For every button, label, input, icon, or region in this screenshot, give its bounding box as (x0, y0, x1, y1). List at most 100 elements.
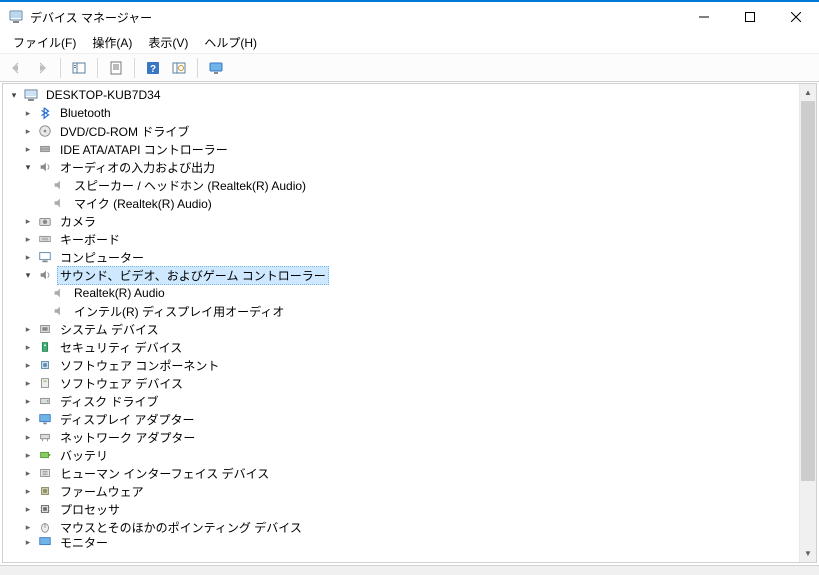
tree-node-monitor[interactable]: ▸ モニター (7, 536, 816, 548)
title-bar: デバイス マネージャー (0, 2, 819, 32)
chevron-right-icon[interactable]: ▸ (21, 252, 35, 263)
svg-text:?: ? (150, 64, 156, 75)
tree-node-firmware[interactable]: ▸ ファームウェア (7, 482, 816, 500)
minimize-button[interactable] (681, 2, 727, 32)
tree-node-intel-display-audio[interactable]: インテル(R) ディスプレイ用オーディオ (7, 302, 816, 320)
close-button[interactable] (773, 2, 819, 32)
chevron-right-icon[interactable]: ▸ (21, 522, 35, 533)
tree-node-security-devices[interactable]: ▸ セキュリティ デバイス (7, 338, 816, 356)
chevron-down-icon[interactable]: ▾ (21, 162, 35, 173)
chevron-right-icon[interactable]: ▸ (21, 342, 35, 353)
scroll-up-button[interactable]: ▲ (800, 84, 816, 101)
tree-label: ソフトウェア コンポーネント (57, 357, 222, 374)
tree-label: ディスプレイ アダプター (57, 411, 198, 428)
chevron-down-icon[interactable]: ▾ (21, 270, 35, 281)
microphone-icon (51, 195, 67, 211)
chevron-right-icon[interactable]: ▸ (21, 414, 35, 425)
chevron-right-icon[interactable]: ▸ (21, 432, 35, 443)
tree-label: Realtek(R) Audio (71, 286, 168, 300)
audio-icon (37, 267, 53, 283)
tree-node-software-devices[interactable]: ▸ ソフトウェア デバイス (7, 374, 816, 392)
tree-node-network-adapters[interactable]: ▸ ネットワーク アダプター (7, 428, 816, 446)
disc-drive-icon (37, 123, 53, 139)
tree-label: サウンド、ビデオ、およびゲーム コントローラー (57, 266, 329, 285)
maximize-button[interactable] (727, 2, 773, 32)
monitor-icon (37, 536, 53, 548)
tree-node-hid[interactable]: ▸ ヒューマン インターフェイス デバイス (7, 464, 816, 482)
tree-node-sound-video-game[interactable]: ▾ サウンド、ビデオ、およびゲーム コントローラー (7, 266, 816, 284)
scroll-thumb[interactable] (801, 101, 815, 481)
tree-label: バッテリ (57, 447, 111, 464)
chevron-right-icon[interactable]: ▸ (21, 537, 35, 548)
chevron-right-icon[interactable]: ▸ (21, 450, 35, 461)
tree-node-keyboard[interactable]: ▸ キーボード (7, 230, 816, 248)
chevron-right-icon[interactable]: ▸ (21, 234, 35, 245)
chevron-right-icon[interactable]: ▸ (21, 324, 35, 335)
chevron-right-icon[interactable]: ▸ (21, 468, 35, 479)
tree-node-mice[interactable]: ▸ マウスとそのほかのポインティング デバイス (7, 518, 816, 536)
speaker-icon (51, 177, 67, 193)
chevron-right-icon[interactable]: ▸ (21, 504, 35, 515)
chevron-right-icon[interactable]: ▸ (21, 378, 35, 389)
monitor-button[interactable] (204, 56, 228, 80)
menu-view[interactable]: 表示(V) (141, 32, 195, 53)
tree-node-battery[interactable]: ▸ バッテリ (7, 446, 816, 464)
vertical-scrollbar[interactable]: ▲ ▼ (799, 84, 816, 562)
chevron-right-icon[interactable]: ▸ (21, 216, 35, 227)
chevron-right-icon[interactable]: ▸ (21, 486, 35, 497)
tree-label: インテル(R) ディスプレイ用オーディオ (71, 303, 287, 320)
network-icon (37, 429, 53, 445)
show-hide-console-button[interactable] (67, 56, 91, 80)
chevron-right-icon[interactable]: ▸ (21, 144, 35, 155)
tree-label: ネットワーク アダプター (57, 429, 198, 446)
tree-node-audio-io[interactable]: ▾ オーディオの入力および出力 (7, 158, 816, 176)
tree-node-system-devices[interactable]: ▸ システム デバイス (7, 320, 816, 338)
tree-node-root[interactable]: ▾ DESKTOP-KUB7D34 (7, 86, 816, 104)
toolbar-separator (60, 58, 61, 78)
scan-hardware-button[interactable] (167, 56, 191, 80)
tree-label: ファームウェア (57, 483, 147, 500)
tree-node-camera[interactable]: ▸ カメラ (7, 212, 816, 230)
tree-node-disk-drives[interactable]: ▸ ディスク ドライブ (7, 392, 816, 410)
menu-action[interactable]: 操作(A) (85, 32, 139, 53)
battery-icon (37, 447, 53, 463)
tree-node-display-adapters[interactable]: ▸ ディスプレイ アダプター (7, 410, 816, 428)
status-bar (0, 565, 819, 575)
tree-label: ディスク ドライブ (57, 393, 162, 410)
tree-node-ide[interactable]: ▸ IDE ATA/ATAPI コントローラー (7, 140, 816, 158)
chevron-right-icon[interactable]: ▸ (21, 126, 35, 137)
help-button[interactable]: ? (141, 56, 165, 80)
tree-node-software-components[interactable]: ▸ ソフトウェア コンポーネント (7, 356, 816, 374)
disk-icon (37, 393, 53, 409)
tree-node-speaker[interactable]: スピーカー / ヘッドホン (Realtek(R) Audio) (7, 176, 816, 194)
chevron-right-icon[interactable]: ▸ (21, 108, 35, 119)
tree-label: DVD/CD-ROM ドライブ (57, 123, 192, 140)
tree-node-dvd[interactable]: ▸ DVD/CD-ROM ドライブ (7, 122, 816, 140)
tree-node-processor[interactable]: ▸ プロセッサ (7, 500, 816, 518)
tree-label: キーボード (57, 231, 123, 248)
tree-node-bluetooth[interactable]: ▸ Bluetooth (7, 104, 816, 122)
tree-label: セキュリティ デバイス (57, 339, 185, 356)
chevron-right-icon[interactable]: ▸ (21, 360, 35, 371)
menu-bar: ファイル(F) 操作(A) 表示(V) ヘルプ(H) (0, 32, 819, 54)
tree-label: カメラ (57, 213, 99, 230)
tree-node-computer[interactable]: ▸ コンピューター (7, 248, 816, 266)
back-button[interactable] (4, 56, 28, 80)
tree-label: モニター (57, 536, 111, 548)
scroll-down-button[interactable]: ▼ (800, 545, 816, 562)
tree-node-mic[interactable]: マイク (Realtek(R) Audio) (7, 194, 816, 212)
forward-button[interactable] (30, 56, 54, 80)
menu-file[interactable]: ファイル(F) (6, 32, 83, 53)
device-tree[interactable]: ▾ DESKTOP-KUB7D34 ▸ Bluetooth ▸ DVD/CD-R… (2, 83, 817, 563)
chevron-down-icon[interactable]: ▾ (7, 90, 21, 101)
menu-help[interactable]: ヘルプ(H) (197, 32, 264, 53)
tree-node-realtek[interactable]: Realtek(R) Audio (7, 284, 816, 302)
properties-button[interactable] (104, 56, 128, 80)
tree-label: IDE ATA/ATAPI コントローラー (57, 141, 231, 158)
computer-icon (23, 87, 39, 103)
cpu-icon (37, 501, 53, 517)
audio-icon (37, 159, 53, 175)
chevron-right-icon[interactable]: ▸ (21, 396, 35, 407)
tree-label: マイク (Realtek(R) Audio) (71, 195, 215, 212)
bluetooth-icon (37, 105, 53, 121)
